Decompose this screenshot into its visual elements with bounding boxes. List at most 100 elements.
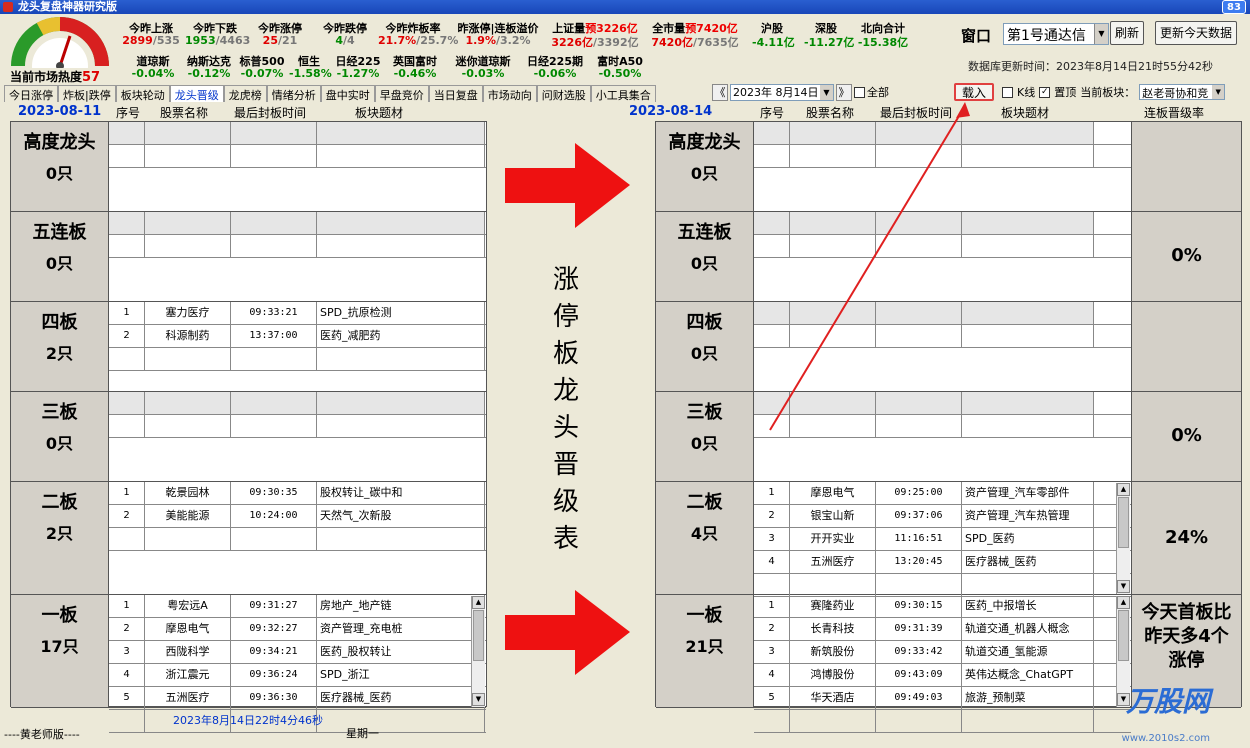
level-name: 四板	[41, 312, 78, 333]
tab-10[interactable]: 问财选股	[536, 85, 591, 102]
kline-checkbox[interactable]	[1002, 86, 1013, 98]
cell-topic: 医疗器械_医药	[962, 551, 1094, 573]
vertical-scrollbar[interactable]: ▲ ▼	[1116, 483, 1130, 594]
chevron-down-icon[interactable]: ▼	[820, 84, 833, 100]
index-value: -0.07%	[240, 67, 284, 80]
prev-date-icon[interactable]: 《	[712, 83, 728, 101]
chevron-down-icon[interactable]: ▼	[1212, 85, 1225, 99]
index-label: 迷你道琼斯	[455, 55, 511, 68]
stat-value-a: -11.27亿	[804, 36, 855, 49]
cell-topic	[962, 145, 1094, 167]
current-sector-label: 当前板块：	[1080, 86, 1136, 99]
tab-0[interactable]: 今日涨停	[4, 85, 58, 102]
cell-time	[231, 392, 317, 414]
cell-n: 2	[109, 325, 145, 347]
stat-9: 深股 -11.27亿	[804, 20, 854, 49]
cell-time: 13:37:00	[231, 325, 317, 347]
scroll-up-icon[interactable]: ▲	[1117, 483, 1130, 496]
cell-name	[145, 392, 231, 414]
tab-5[interactable]: 情绪分析	[266, 85, 321, 102]
tab-2[interactable]: 板块轮动	[115, 85, 170, 102]
scroll-down-icon[interactable]: ▼	[472, 693, 485, 706]
cell-n: 3	[754, 641, 790, 663]
stat-value-a: 1953	[185, 34, 216, 47]
cell-n: 1	[109, 482, 145, 504]
tab-8[interactable]: 当日复盘	[428, 85, 483, 102]
date-picker[interactable]: 2023年 8月14日 ▼	[730, 83, 834, 101]
next-date-icon[interactable]: 》	[836, 83, 852, 101]
cell-topic: 资产管理_充电桩	[317, 618, 485, 640]
index-label: 恒生	[298, 55, 320, 68]
cell-n: 1	[109, 595, 145, 617]
load-button[interactable]: 载入	[954, 83, 994, 101]
table-row	[754, 574, 1131, 597]
corner-badge[interactable]: 83	[1222, 0, 1246, 14]
index-2: 标普500 -0.07%	[237, 53, 287, 81]
level-count: 0只	[690, 434, 719, 453]
cell-n	[109, 528, 145, 550]
level-rate: 0%	[1131, 392, 1241, 482]
vertical-scrollbar[interactable]: ▲ ▼	[471, 596, 485, 707]
cell-time: 09:30:35	[231, 482, 317, 504]
table-row: 1 粤宏远A 09:31:27 房地产_地产链	[109, 595, 486, 618]
all-checkbox[interactable]	[854, 86, 865, 98]
cell-topic	[317, 392, 485, 414]
index-value: -0.06%	[533, 67, 577, 80]
level-name: 二板	[686, 492, 723, 513]
pin-top-checkbox[interactable]: ✓	[1039, 86, 1051, 98]
scroll-thumb[interactable]	[473, 610, 484, 661]
tab-6[interactable]: 盘中实时	[320, 85, 375, 102]
index-value: -0.03%	[461, 67, 505, 80]
option-row: K线 ✓ 置顶 当前板块： 赵老哥协和竞 ▼	[1002, 84, 1226, 100]
cell-n: 3	[754, 528, 790, 550]
tab-1[interactable]: 炸板|跌停	[58, 85, 116, 102]
cell-n: 1	[754, 482, 790, 504]
cell-topic	[317, 122, 485, 144]
cell-name	[145, 348, 231, 370]
tab-9[interactable]: 市场动向	[482, 85, 537, 102]
tab-11[interactable]: 小工具集合	[590, 85, 656, 102]
sector-select[interactable]: 赵老哥协和竞 ▼	[1139, 84, 1226, 100]
cell-topic	[962, 415, 1094, 437]
level-count: 4只	[690, 524, 719, 543]
index-5: 英国富时 -0.46%	[388, 53, 442, 81]
cell-name	[145, 235, 231, 257]
stat-6: 上证量预3226亿 3226亿/3392亿	[546, 20, 644, 49]
level-name: 三板	[41, 402, 78, 423]
scroll-down-icon[interactable]: ▼	[1117, 580, 1130, 593]
cell-time: 09:33:42	[876, 641, 962, 663]
cell-topic: 旅游_预制菜	[962, 687, 1094, 709]
tab-4[interactable]: 龙虎榜	[223, 85, 267, 102]
scroll-thumb[interactable]	[1118, 497, 1129, 548]
stat-4: 今昨炸板率 21.7%/25.7%	[378, 20, 458, 48]
scroll-up-icon[interactable]: ▲	[1117, 596, 1130, 609]
rate-text: 24%	[1164, 526, 1209, 548]
cell-time: 09:36:24	[231, 664, 317, 686]
cell-name: 摩恩电气	[790, 482, 876, 504]
tab-3[interactable]: 龙头晋级	[169, 85, 224, 102]
cell-name: 西陇科学	[145, 641, 231, 663]
refresh-button[interactable]: 刷新	[1110, 21, 1144, 45]
pointer-line-icon	[769, 102, 970, 431]
center-char: 停	[552, 302, 579, 332]
tab-7[interactable]: 早盘竞价	[374, 85, 429, 102]
table-row: 2 摩恩电气 09:32:27 资产管理_充电桩	[109, 618, 486, 641]
chevron-down-icon[interactable]: ▼	[1094, 24, 1108, 44]
table-row: 2 银宝山新 09:37:06 资产管理_汽车热管理	[754, 505, 1131, 528]
index-value: -0.46%	[393, 67, 437, 80]
level-name: 二板	[41, 492, 78, 513]
scroll-up-icon[interactable]: ▲	[472, 596, 485, 609]
table-row: 5 华天酒店 09:49:03 旅游_预制菜	[754, 687, 1131, 710]
level-count: 0只	[45, 434, 74, 453]
cell-topic	[317, 212, 485, 234]
center-vertical-title: 涨停板龙头晋级表	[548, 262, 584, 558]
cell-time	[231, 528, 317, 550]
update-today-button[interactable]: 更新今天数据	[1155, 21, 1237, 45]
heat-value: 57	[82, 70, 101, 85]
window-select[interactable]: 第1号通达信 ▼	[1003, 23, 1109, 45]
stat-value: 21.7%/25.7%	[378, 34, 458, 48]
scroll-thumb[interactable]	[1118, 610, 1129, 661]
table-row	[109, 122, 486, 145]
index-label: 日经225	[335, 55, 381, 68]
level-1: 五连板 0只	[11, 212, 109, 302]
